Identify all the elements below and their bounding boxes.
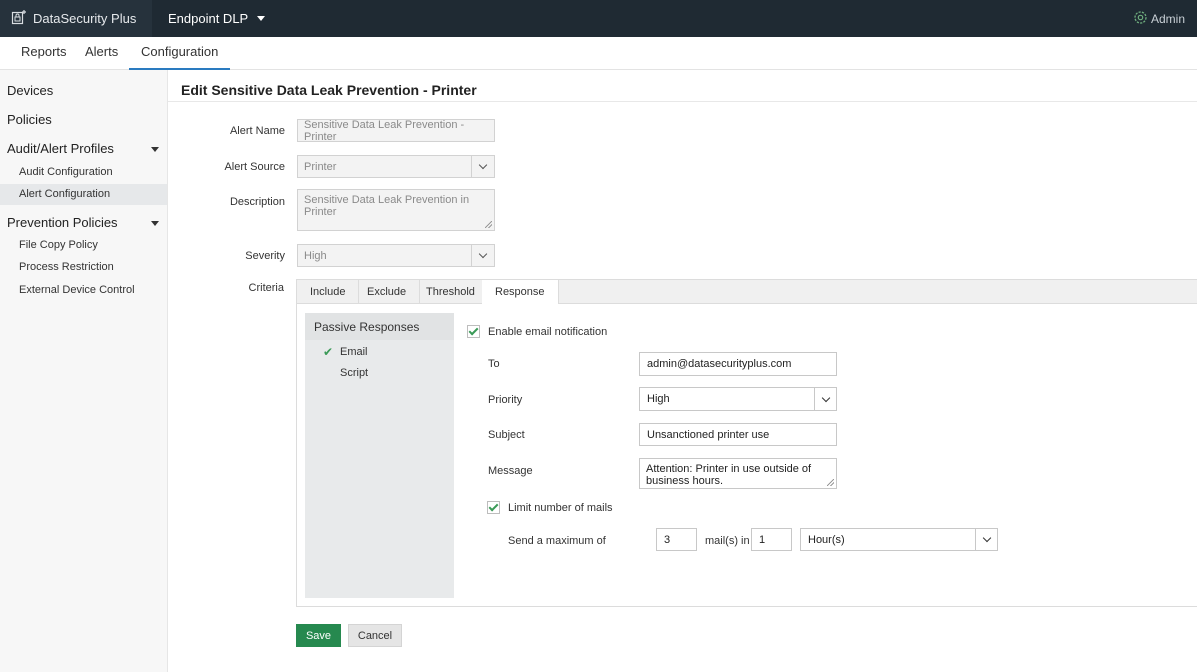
max-mails-value: 3: [664, 533, 671, 546]
to-email-input[interactable]: admin@datasecurityplus.com: [639, 352, 837, 376]
sidebar-item-file-copy-policy[interactable]: File Copy Policy: [0, 235, 167, 256]
response-item-email[interactable]: Email: [340, 346, 368, 358]
page-title: Edit Sensitive Data Leak Prevention - Pr…: [181, 82, 477, 98]
enable-email-label: Enable email notification: [488, 326, 608, 338]
chevron-down-icon: [975, 529, 997, 550]
criteria-label: Criteria: [248, 282, 284, 294]
to-email-value: admin@datasecurityplus.com: [647, 358, 792, 370]
limit-mails-checkbox[interactable]: [487, 501, 500, 514]
tab-threshold[interactable]: Threshold: [413, 280, 489, 304]
tab-alerts[interactable]: Alerts: [73, 37, 130, 70]
sidebar-item-alert-configuration[interactable]: Alert Configuration: [0, 184, 167, 205]
checkmark-icon: ✔: [323, 345, 334, 359]
subject-input[interactable]: Unsanctioned printer use: [639, 423, 837, 446]
resize-handle-icon[interactable]: [827, 479, 834, 486]
limit-mails-label: Limit number of mails: [508, 502, 613, 514]
description-label: Description: [229, 196, 285, 208]
interval-value: 1: [759, 533, 766, 546]
sidebar: Devices Policies Audit/Alert Profiles Au…: [0, 70, 168, 672]
interval-unit-select[interactable]: Hour(s): [800, 528, 998, 551]
sidebar-item-policies[interactable]: Policies: [7, 112, 52, 127]
user-menu[interactable]: Admin: [1133, 0, 1185, 37]
max-mails-label: Send a maximum of: [508, 535, 606, 547]
chevron-down-icon: [814, 388, 836, 410]
tab-exclude[interactable]: Exclude: [354, 280, 421, 304]
passive-responses-heading: Passive Responses: [305, 313, 454, 340]
user-name: Admin: [1150, 11, 1185, 26]
priority-label: Priority: [488, 394, 523, 406]
alert-source-select[interactable]: Printer: [297, 155, 495, 178]
message-label: Message: [488, 465, 533, 477]
message-value: Attention: Printer in use outside of bus…: [646, 463, 812, 487]
subject-value: Unsanctioned printer use: [647, 428, 770, 441]
message-textarea[interactable]: Attention: Printer in use outside of bus…: [639, 458, 837, 489]
chevron-down-icon: [471, 245, 494, 266]
description-value: Sensitive Data Leak Prevention in Printe…: [304, 194, 470, 218]
resize-handle-icon[interactable]: [485, 221, 492, 228]
divider: [168, 101, 1197, 102]
tab-reports[interactable]: Reports: [9, 37, 79, 70]
sidebar-item-devices[interactable]: Devices: [7, 83, 53, 98]
alert-name-field[interactable]: Sensitive Data Leak Prevention - Printer: [297, 118, 495, 143]
alert-name-label: Alert Name: [229, 125, 285, 137]
sidebar-item-audit-alert-profiles[interactable]: Audit/Alert Profiles: [7, 141, 114, 156]
cancel-button[interactable]: Cancel: [348, 624, 402, 647]
enable-email-checkbox[interactable]: [467, 325, 480, 338]
app-name: DataSecurity Plus: [33, 11, 137, 26]
chevron-down-icon: [471, 156, 494, 177]
datasecurity-logo-icon: [11, 9, 33, 28]
subject-label: Subject: [488, 429, 525, 441]
interval-input[interactable]: 1: [751, 528, 792, 551]
brand[interactable]: DataSecurity Plus: [0, 0, 152, 37]
alert-name-value: Sensitive Data Leak Prevention - Printer: [304, 118, 465, 143]
sidebar-item-prevention-policies[interactable]: Prevention Policies: [7, 215, 118, 230]
tab-configuration[interactable]: Configuration: [129, 37, 231, 70]
priority-select[interactable]: High: [639, 387, 837, 411]
top-bar: DataSecurity Plus Endpoint DLP Admin: [0, 0, 1197, 37]
caret-down-icon: [257, 16, 266, 21]
severity-value: High: [304, 249, 327, 262]
severity-label: Severity: [245, 250, 285, 262]
alert-source-label: Alert Source: [224, 161, 285, 173]
admin-gear-icon: [1133, 10, 1151, 28]
criteria-tabs: Include Exclude Threshold Response: [296, 279, 1197, 305]
tab-include[interactable]: Include: [297, 280, 360, 304]
product-selector[interactable]: Endpoint DLP: [168, 0, 266, 37]
priority-value: High: [647, 393, 670, 405]
caret-down-icon[interactable]: [151, 221, 159, 226]
max-mails-input[interactable]: 3: [656, 528, 697, 551]
main-tabs: Reports Alerts Configuration: [0, 37, 1197, 70]
sidebar-item-external-device-control[interactable]: External Device Control: [0, 280, 167, 301]
to-label: To: [488, 358, 500, 370]
product-name: Endpoint DLP: [168, 11, 249, 26]
per-label: mail(s) in: [705, 535, 750, 547]
response-item-script[interactable]: Script: [340, 367, 368, 379]
alert-source-value: Printer: [304, 160, 337, 173]
tab-response[interactable]: Response: [482, 280, 559, 305]
severity-select[interactable]: High: [297, 244, 495, 267]
sidebar-item-audit-configuration[interactable]: Audit Configuration: [0, 162, 167, 183]
sidebar-item-process-restriction[interactable]: Process Restriction: [0, 257, 167, 278]
caret-down-icon[interactable]: [151, 147, 159, 152]
interval-unit-value: Hour(s): [808, 533, 845, 546]
description-field[interactable]: Sensitive Data Leak Prevention in Printe…: [297, 189, 495, 231]
save-button[interactable]: Save: [296, 624, 341, 647]
